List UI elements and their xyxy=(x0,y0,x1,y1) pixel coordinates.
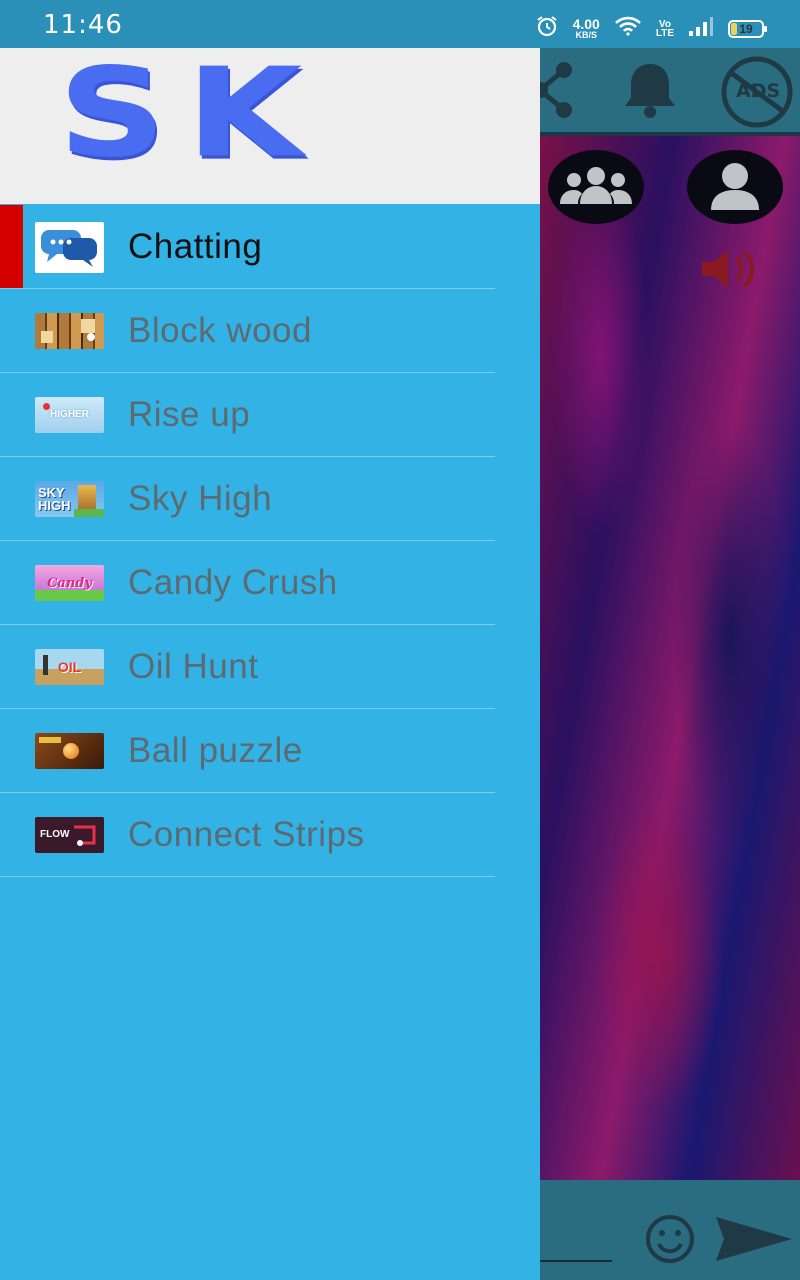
send-icon[interactable] xyxy=(714,1213,794,1270)
menu-item-label: Oil Hunt xyxy=(128,647,259,686)
battery-level: 19 xyxy=(739,21,753,36)
wifi-icon xyxy=(614,16,642,41)
emoji-icon[interactable] xyxy=(640,1213,700,1270)
chat-bubbles-icon xyxy=(35,221,104,273)
oil-hunt-thumbnail: OIL xyxy=(35,649,104,685)
drawer-menu: Chatting Block wood HIGHER Rise up SKY H… xyxy=(0,205,540,877)
message-input-underline[interactable] xyxy=(540,1260,612,1262)
alarm-icon xyxy=(535,14,559,43)
app-logo: SK xyxy=(58,48,323,185)
menu-item-label: Ball puzzle xyxy=(128,731,303,770)
chat-background-art xyxy=(540,136,800,1180)
grass-icon xyxy=(74,509,104,517)
candy-crush-thumbnail: Candy xyxy=(35,565,104,601)
network-speed-unit: KB/S xyxy=(575,30,597,40)
candy-crush-thumbnail-text: Candy xyxy=(47,575,92,591)
rise-up-thumbnail-text: HIGHER xyxy=(50,409,89,420)
drawer-header: SK xyxy=(0,48,540,204)
oil-derrick-icon xyxy=(43,655,48,675)
profile-icon[interactable] xyxy=(687,150,783,229)
menu-item-label: Rise up xyxy=(128,395,251,434)
active-indicator xyxy=(0,205,23,288)
sky-high-thumbnail: SKY HIGH xyxy=(35,481,104,517)
ads-label: ADS xyxy=(736,80,781,102)
sky-high-thumbnail-text: SKY HIGH xyxy=(38,486,71,512)
status-time: 11:46 xyxy=(43,10,123,40)
menu-item-label: Sky High xyxy=(128,479,273,518)
menu-item-block-wood[interactable]: Block wood xyxy=(0,289,540,373)
network-speed: 4.00 KB/S xyxy=(573,17,600,40)
menu-item-connect-strips[interactable]: FLOW Connect Strips xyxy=(0,793,540,877)
volte-indicator: Vo LTE xyxy=(655,19,674,39)
background-app: ADS xyxy=(532,48,800,1280)
sky-high-thumbnail-text-2: HIGH xyxy=(38,498,71,513)
speaker-icon[interactable] xyxy=(698,246,758,297)
navigation-drawer: SK Chatting Block wood HIGHER Rise up SK… xyxy=(0,48,540,1280)
menu-item-ball-puzzle[interactable]: Ball puzzle xyxy=(0,709,540,793)
network-speed-value: 4.00 xyxy=(572,16,600,32)
menu-item-candy-crush[interactable]: Candy Candy Crush xyxy=(0,541,540,625)
red-balloon-icon xyxy=(43,403,50,410)
group-icon[interactable] xyxy=(548,150,644,229)
menu-item-label: Connect Strips xyxy=(128,815,365,854)
menu-item-oil-hunt[interactable]: OIL Oil Hunt xyxy=(0,625,540,709)
strip-path-icon xyxy=(74,825,96,846)
rise-up-thumbnail: HIGHER xyxy=(35,397,104,433)
menu-item-rise-up[interactable]: HIGHER Rise up xyxy=(0,373,540,457)
menu-item-label: Candy Crush xyxy=(128,563,338,602)
puzzle-title-bar xyxy=(39,737,61,743)
background-toolbar: ADS xyxy=(532,48,800,135)
battery-fill xyxy=(731,22,738,35)
ads-icon[interactable]: ADS xyxy=(714,54,800,135)
connect-strips-thumbnail: FLOW xyxy=(35,817,104,853)
connect-strips-thumbnail-text: FLOW xyxy=(40,829,70,840)
bell-icon[interactable] xyxy=(618,60,682,125)
ball-icon xyxy=(63,743,79,759)
signal-icon xyxy=(688,16,714,41)
oil-hunt-thumbnail-text: OIL xyxy=(57,659,82,675)
menu-item-sky-high[interactable]: SKY HIGH Sky High xyxy=(0,457,540,541)
volte-bottom: LTE xyxy=(655,27,674,39)
ball-puzzle-thumbnail xyxy=(35,733,104,769)
menu-item-label: Block wood xyxy=(128,311,312,350)
status-bar: 11:46 4.00 KB/S Vo LTE 19 xyxy=(0,0,800,48)
menu-item-chatting[interactable]: Chatting xyxy=(0,205,540,289)
menu-item-label: Chatting xyxy=(128,227,263,266)
status-icons: 4.00 KB/S Vo LTE 19 xyxy=(535,14,767,43)
battery-icon: 19 xyxy=(728,19,767,38)
block-wood-thumbnail xyxy=(35,313,104,349)
